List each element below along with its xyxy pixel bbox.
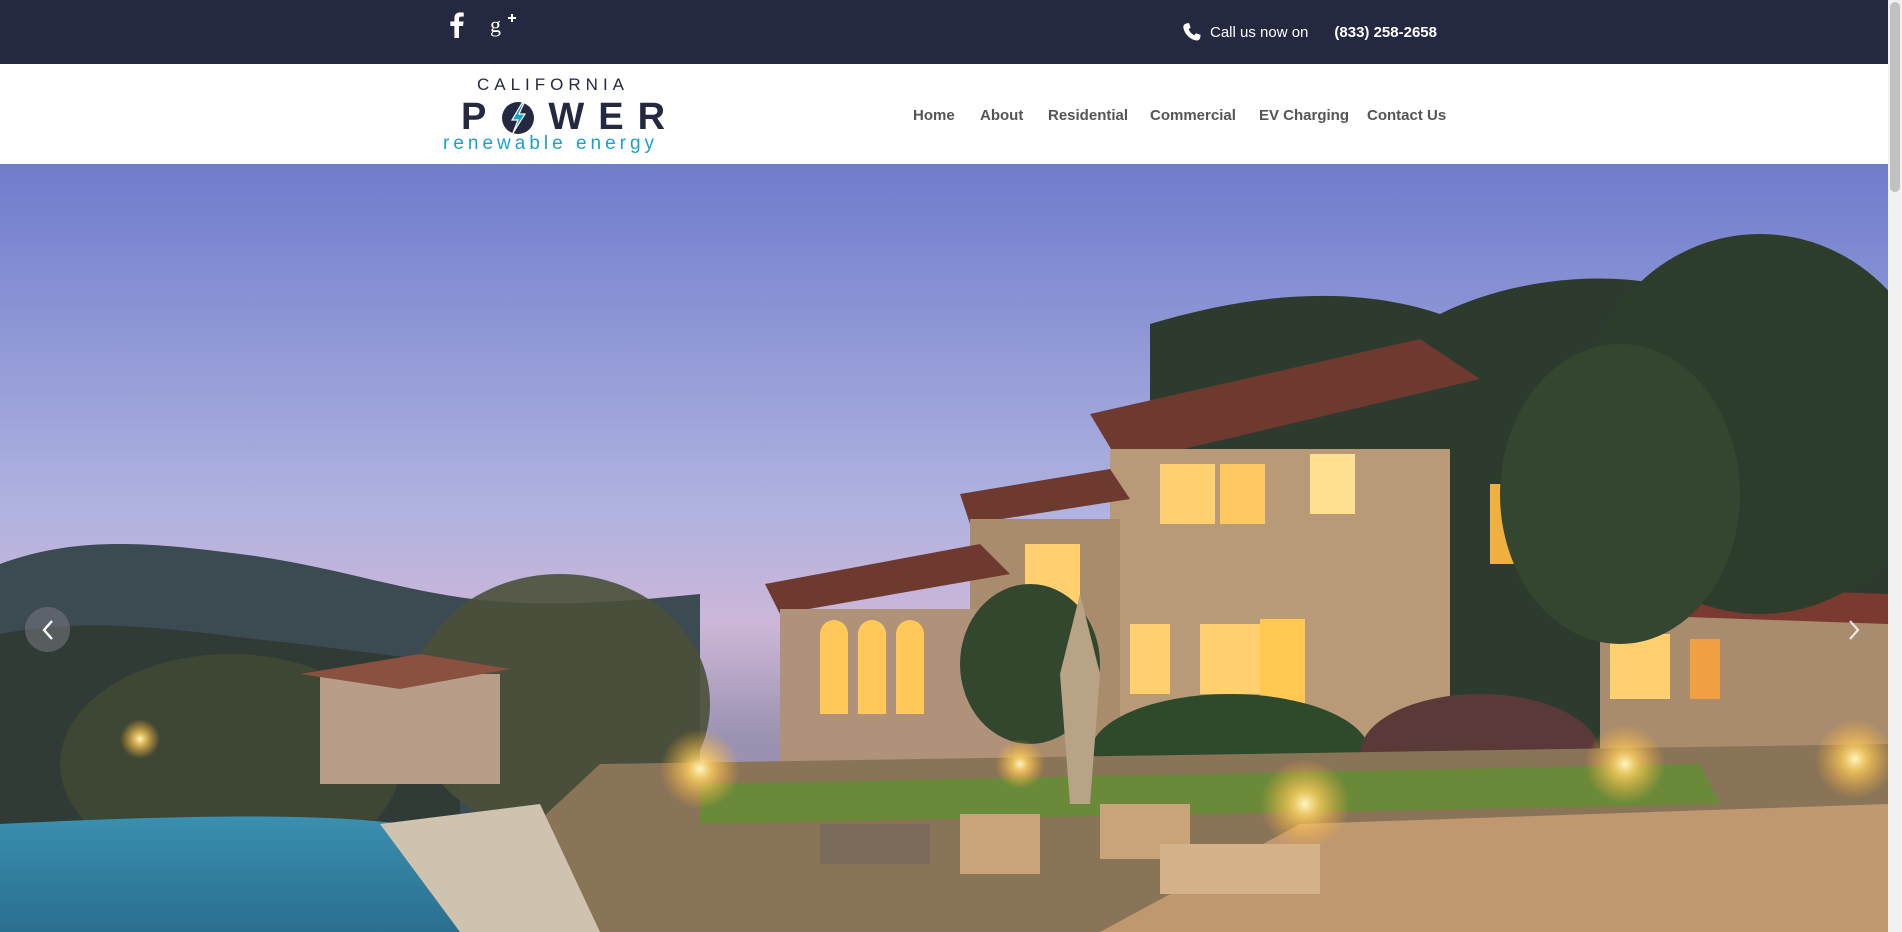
phone-number-link[interactable]: (833) 258-2658: [1334, 24, 1437, 41]
top-bar: g Call us now on (833) 258-2658: [0, 0, 1888, 64]
site-logo[interactable]: CALIFORNIA P WER renewable energy: [443, 75, 673, 157]
slider-prev-button[interactable]: [25, 607, 70, 652]
hero-slider: [0, 164, 1888, 932]
chevron-left-icon: [41, 619, 53, 640]
nav-ev-charging[interactable]: EV Charging: [1259, 107, 1349, 124]
call-label: Call us now on: [1210, 23, 1309, 41]
google-plus-link[interactable]: g: [490, 12, 518, 43]
chevron-right-icon: [1849, 619, 1860, 640]
svg-text:g: g: [490, 12, 501, 37]
logo-tagline: renewable energy: [443, 133, 659, 154]
scrollbar-thumb[interactable]: [1890, 2, 1900, 192]
phone-icon: [1183, 23, 1201, 41]
nav-commercial[interactable]: Commercial: [1150, 107, 1236, 124]
nav-about[interactable]: About: [980, 107, 1023, 124]
slider-next-button[interactable]: [1840, 607, 1868, 652]
google-plus-icon: g: [490, 12, 516, 37]
call-info: Call us now on (833) 258-2658: [1182, 20, 1437, 44]
lightning-bolt-icon: [502, 101, 535, 134]
nav-home[interactable]: Home: [913, 107, 955, 124]
nav-residential[interactable]: Residential: [1048, 107, 1128, 124]
facebook-icon: [450, 12, 464, 38]
logo-top-text: CALIFORNIA: [476, 75, 630, 94]
nav-contact-us[interactable]: Contact Us: [1367, 107, 1446, 124]
facebook-link[interactable]: [448, 12, 466, 43]
hero-image: [0, 164, 1888, 932]
